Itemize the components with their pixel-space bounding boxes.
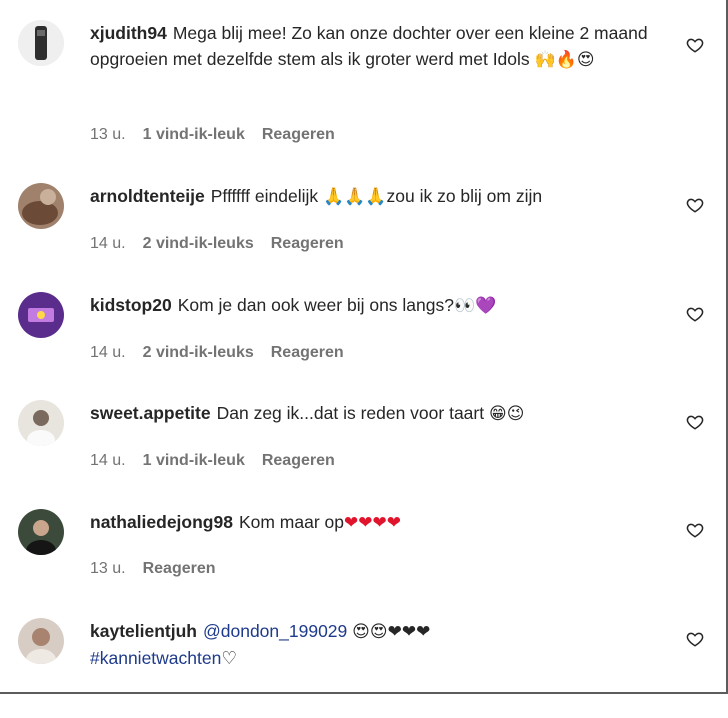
avatar[interactable] bbox=[18, 20, 64, 66]
avatar[interactable] bbox=[18, 183, 64, 229]
reply-button[interactable]: Reageren bbox=[271, 235, 344, 253]
comment-text: Kom maar op bbox=[238, 512, 344, 532]
comment-item: nathaliedejong98 Kom maar op❤❤❤❤ 13 u. Re… bbox=[0, 509, 728, 609]
reply-button[interactable]: Reageren bbox=[262, 452, 335, 470]
comment-emojis: ❤❤❤❤ bbox=[344, 513, 401, 533]
comment-username[interactable]: xjudith94 bbox=[90, 23, 167, 43]
comment-likes[interactable]: 2 vind-ik-leuks bbox=[143, 344, 254, 362]
comment-emojis: 😍😍❤❤❤ bbox=[352, 622, 431, 642]
heart-outline-icon[interactable] bbox=[686, 196, 704, 214]
hashtag-link[interactable]: #kannietwachten bbox=[90, 648, 221, 668]
comment-username[interactable]: kidstop20 bbox=[90, 295, 172, 315]
avatar[interactable] bbox=[18, 618, 64, 664]
comment-text: Pffffff eindelijk bbox=[210, 186, 323, 206]
comment-item: arnoldtenteije Pffffff eindelijk 🙏🙏🙏zou i… bbox=[0, 183, 728, 283]
reply-button[interactable]: Reageren bbox=[143, 560, 216, 578]
heart-outline-icon[interactable] bbox=[686, 630, 704, 648]
comment-likes[interactable]: 1 vind-ik-leuk bbox=[143, 452, 245, 470]
heart-outline-icon[interactable] bbox=[686, 305, 704, 323]
comment-time[interactable]: 14 u. bbox=[90, 452, 126, 470]
reply-button[interactable]: Reageren bbox=[262, 126, 335, 144]
comment-text-continued: zou ik zo blij om zijn bbox=[386, 186, 543, 206]
mention-link[interactable]: @dondon_199029 bbox=[203, 621, 347, 641]
avatar[interactable] bbox=[18, 400, 64, 446]
comment-time[interactable]: 13 u. bbox=[90, 126, 126, 144]
avatar[interactable] bbox=[18, 292, 64, 338]
comment-likes[interactable]: 2 vind-ik-leuks bbox=[143, 235, 254, 253]
comment-text: Dan zeg ik...dat is reden voor taart bbox=[216, 403, 489, 423]
comments-panel: xjudith94 Mega blij mee! Zo kan onze doch… bbox=[0, 0, 728, 694]
comment-time[interactable]: 14 u. bbox=[90, 344, 126, 362]
comment-item: kidstop20 Kom je dan ook weer bij ons lan… bbox=[0, 292, 728, 392]
heart-outline-icon[interactable] bbox=[686, 521, 704, 539]
comment-username[interactable]: kaytelientjuh bbox=[90, 621, 197, 641]
comment-username[interactable]: nathaliedejong98 bbox=[90, 512, 233, 532]
comment-item: sweet.appetite Dan zeg ik...dat is reden … bbox=[0, 400, 728, 500]
reply-button[interactable]: Reageren bbox=[271, 344, 344, 362]
comment-time[interactable]: 13 u. bbox=[90, 560, 126, 578]
comment-emojis: 👀💜 bbox=[453, 296, 497, 316]
comment-emojis: 😁😉 bbox=[488, 404, 525, 424]
comment-likes[interactable]: 1 vind-ik-leuk bbox=[143, 126, 245, 144]
comment-emojis: 🙏🙏🙏 bbox=[322, 187, 387, 207]
comment-username[interactable]: arnoldtenteije bbox=[90, 186, 205, 206]
heart-outline-icon[interactable] bbox=[686, 36, 704, 54]
comment-item: xjudith94 Mega blij mee! Zo kan onze doch… bbox=[0, 20, 728, 143]
comment-time[interactable]: 14 u. bbox=[90, 235, 126, 253]
comment-text: Kom je dan ook weer bij ons langs? bbox=[177, 295, 454, 315]
comment-emojis: 🙌🔥😍 bbox=[534, 50, 595, 70]
comment-item: kaytelientjuh @dondon_199029 😍😍❤❤❤ #kanni… bbox=[0, 618, 728, 718]
avatar[interactable] bbox=[18, 509, 64, 555]
comment-text: ♡ bbox=[221, 648, 238, 668]
comment-username[interactable]: sweet.appetite bbox=[90, 403, 211, 423]
heart-outline-icon[interactable] bbox=[686, 413, 704, 431]
